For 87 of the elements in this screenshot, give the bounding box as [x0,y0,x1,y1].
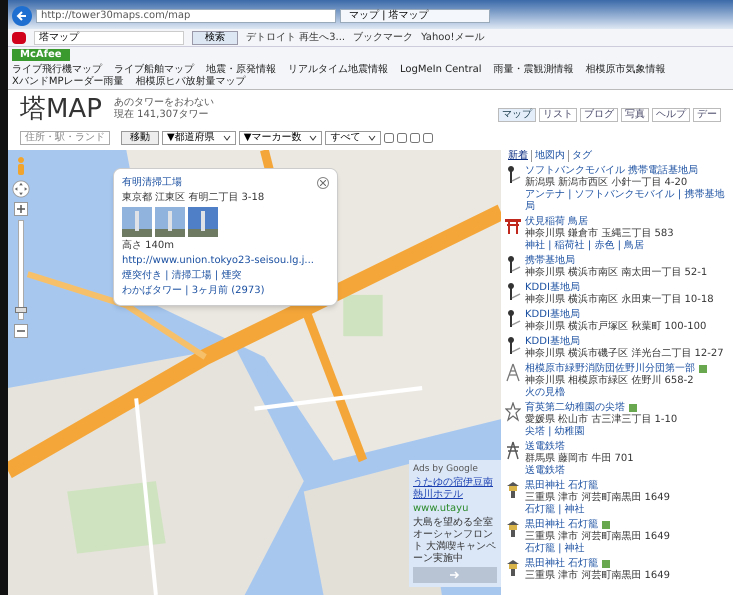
nav-tab[interactable]: マップ [498,108,536,122]
item-address: 神奈川県 横浜市南区 永田東一丁目 10-18 [525,294,714,306]
item-address: 三重県 津市 河芸町南黒田 1649 [525,570,670,582]
item-title[interactable]: 黒田神社 石灯籠 [525,558,598,570]
item-address: 神奈川県 横浜市磯子区 洋光台二丁目 12-27 [525,348,724,360]
item-address: 三重県 津市 河芸町南黒田 1649 [525,531,670,542]
favorite-link[interactable]: 相模原ヒバ放射量マップ [136,76,246,88]
item-title[interactable]: 黒田神社 石灯籠 [525,519,598,531]
nav-tab[interactable]: ブログ [580,108,618,122]
item-tags[interactable]: 尖塔 | 幼稚園 [525,426,678,438]
item-address: 神奈川県 横浜市南区 南太田一丁目 52-1 [525,267,708,279]
checkbox[interactable] [410,133,420,143]
antenna-icon [505,165,521,185]
item-address: 神奈川県 相模原市緑区 佐野川 658-2 [525,375,695,386]
favorite-link[interactable]: XバンドMPレーダー雨量 [12,76,124,88]
address-bar[interactable]: http://tower30maps.com/map [36,9,336,23]
item-address: 神奈川県 鎌倉市 玉縄三丁目 583 [525,228,674,240]
chevron-icon [309,135,318,141]
item-title[interactable]: 黒田神社 石灯籠 [525,480,598,492]
pylon-icon [505,441,521,461]
item-title[interactable]: KDDI基地局 [525,336,580,348]
item-tags[interactable]: 送電鉄塔 [525,465,634,477]
lantern-icon [505,558,521,578]
item-title[interactable]: KDDI基地局 [525,309,580,321]
dropdown[interactable]: ▼マーカー数 [238,131,322,145]
toolbar-link[interactable]: Yahoo!メール [421,32,485,44]
nav-tab[interactable]: ヘルプ [652,108,690,122]
tower-count: 現在 141,307タワー [114,109,210,121]
go-button[interactable]: 移動 [121,131,159,145]
star-icon [505,402,521,422]
lantern-icon [505,480,521,500]
antenna-icon [505,336,521,356]
back-button[interactable] [12,6,32,26]
item-address: 群馬県 藤岡市 牛田 701 [525,453,634,464]
chevron-icon [368,135,376,141]
logo-kanji: 塔 [20,94,46,124]
nav-tab[interactable]: デー [693,108,721,122]
checkbox[interactable] [384,133,394,143]
favorite-link[interactable]: リアルタイム地震情報 [288,64,388,76]
item-title[interactable]: 育英第二幼稚園の尖塔 [525,402,625,414]
mcafee-button[interactable]: McAfee [12,49,70,61]
item-title[interactable]: 送電鉄塔 [525,441,565,453]
sidebar-tab[interactable]: 地図内 [531,150,568,162]
tower-icon [505,363,521,383]
tagline: あのタワーをおわない [114,97,214,109]
item-tags[interactable]: 石灯籠 | 神社 [525,543,670,555]
logo-text: MAP [46,94,102,124]
antenna-icon [505,309,521,329]
favorite-link[interactable]: ライブ船舶マップ [114,64,194,76]
dropdown[interactable]: ▼都道府県 [162,131,236,145]
dropdown[interactable]: すべて [325,131,382,145]
favorite-link[interactable]: 雨量・震観測情報 [494,64,574,76]
item-tags[interactable]: アンテナ | ソフトバンクモバイル | 携帯基地局 [525,189,729,213]
item-title[interactable]: 相模原市緑野消防団佐野川分団第一部 [525,363,695,375]
nav-tab[interactable]: 写真 [621,108,649,122]
item-title[interactable]: 携帯基地局 [525,255,575,267]
favorite-link[interactable]: ライブ飛行機マップ [12,64,102,76]
item-address: 三重県 津市 河芸町南黒田 1649 [525,492,670,504]
item-address: 愛媛県 松山市 古三津三丁目 1-10 [525,414,678,426]
favorite-link[interactable]: LogMeIn Central [400,64,482,76]
item-address: 神奈川県 横浜市戸塚区 秋葉町 100-100 [525,321,706,333]
checkbox[interactable] [397,133,408,143]
back-arrow-icon [16,10,28,22]
torii-icon [505,216,521,236]
location-field[interactable]: 住所・駅・ランド [20,131,110,145]
item-tags[interactable]: 神社 | 稲荷社 | 赤色 | 鳥居 [525,240,674,252]
chevron-icon [222,135,231,141]
sidebar-tab[interactable]: タグ [568,150,595,162]
yahoo-logo-icon [12,32,26,44]
favorite-link[interactable]: 地震・原発情報 [206,64,276,76]
lantern-icon [505,519,521,539]
antenna-icon [505,282,521,302]
search-button[interactable]: 検索 [192,30,238,44]
nav-tab[interactable]: リスト [539,108,577,122]
toolbar-link[interactable]: ブックマーク [353,32,414,44]
search-field[interactable]: 塔マップ [34,30,184,44]
item-title[interactable]: ソフトバンクモバイル 携帯電話基地局 [525,165,698,177]
item-title[interactable]: 伏見稲荷 鳥居 [525,216,588,228]
item-address: 新潟県 新潟市西区 小針一丁目 4-20 [525,177,688,188]
item-tags[interactable]: 火の見櫓 [525,387,707,399]
browser-tab[interactable]: マップ | 塔マップ [340,9,490,23]
antenna-icon [505,255,521,275]
item-tags[interactable]: 石灯籠 | 神社 [525,504,670,516]
checkbox[interactable] [423,133,434,143]
toolbar-link[interactable]: デトロイト 再生へ3... [246,32,346,44]
item-title[interactable]: KDDI基地局 [525,282,580,294]
favorite-link[interactable]: 相模原市気象情報 [586,64,666,76]
